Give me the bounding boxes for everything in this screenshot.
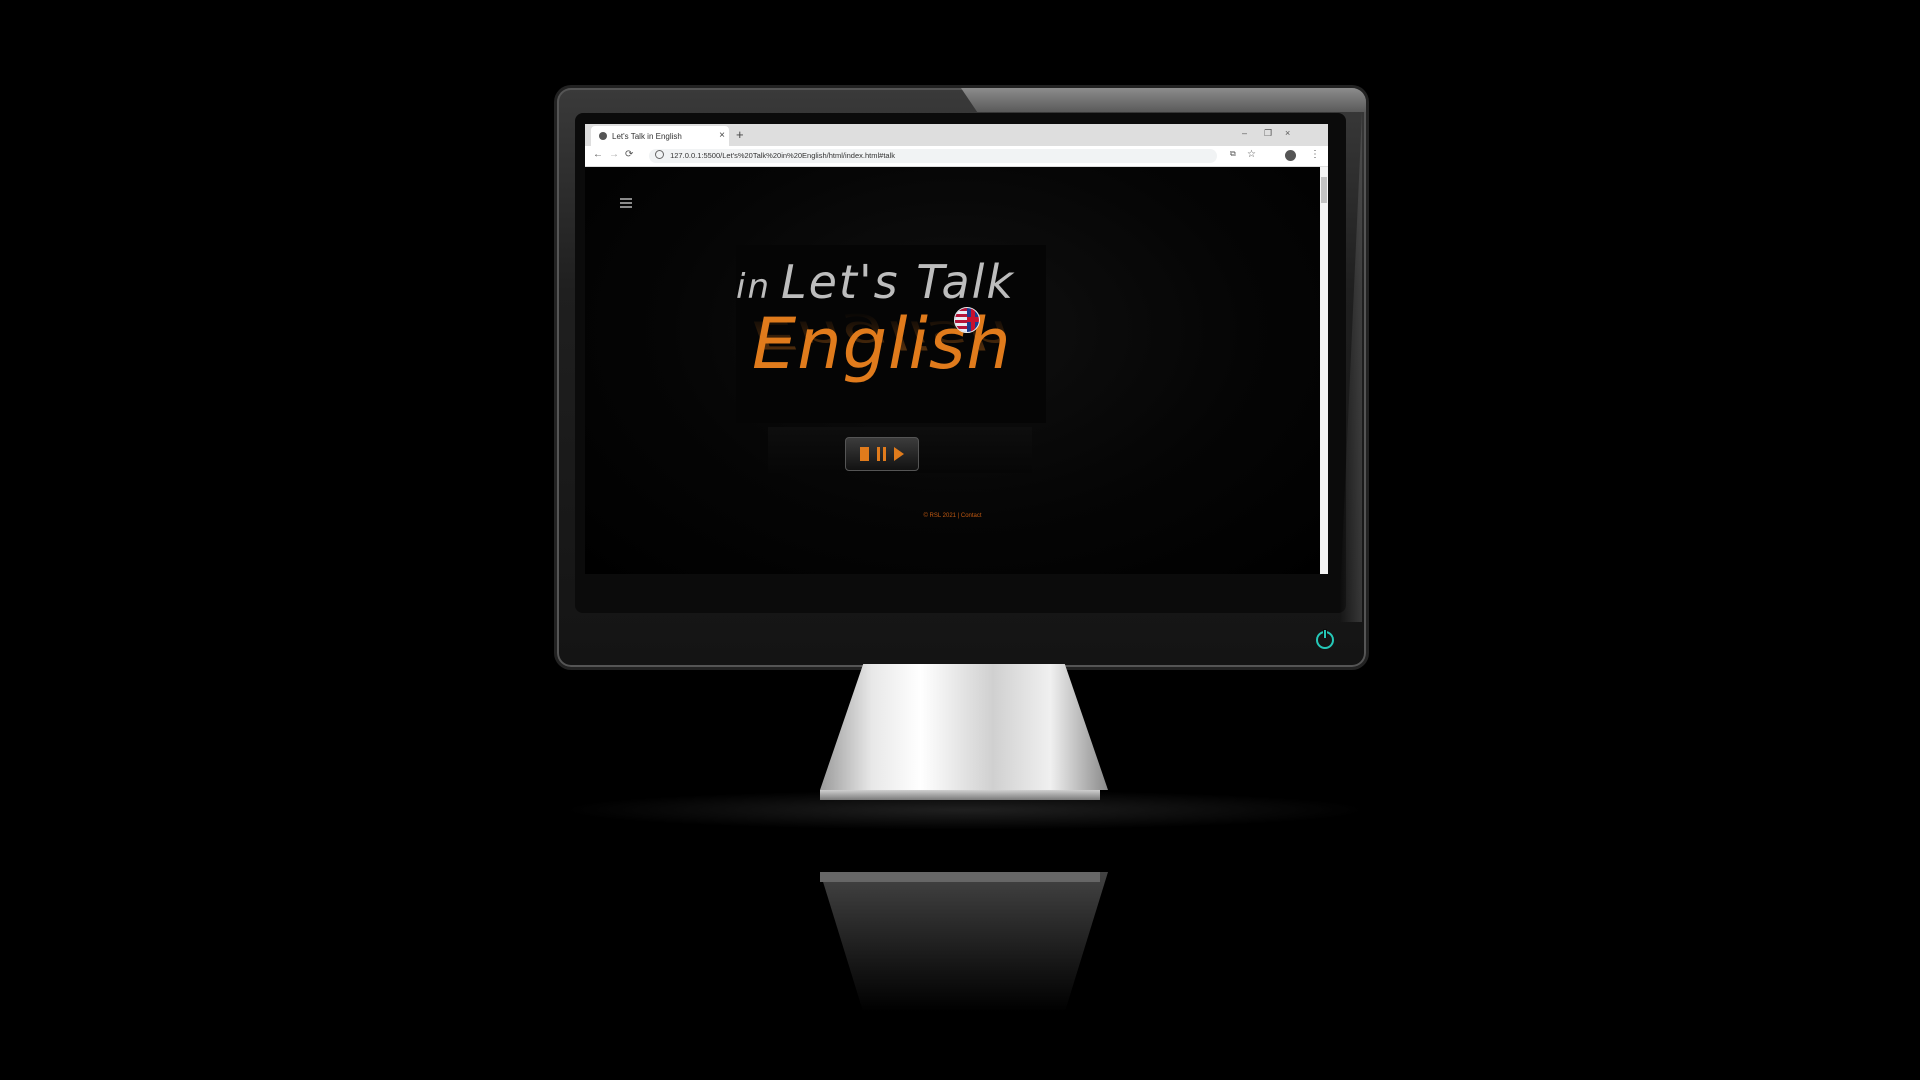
star-icon[interactable]: ☆ [1247, 149, 1256, 160]
screen: Let's Talk in English × + – ❐ × ← → ⟳ 12… [585, 124, 1328, 574]
footer-text[interactable]: © RSL 2021 | Contact [585, 513, 1320, 519]
browser-toolbar: ← → ⟳ 127.0.0.1:5500/Let's%20Talk%20in%2… [585, 146, 1328, 167]
logo-in: in [736, 267, 771, 307]
pause-icon[interactable] [877, 447, 886, 461]
new-tab-button[interactable]: + [736, 127, 744, 142]
monitor-stand-base [820, 790, 1100, 800]
close-window-button[interactable]: × [1285, 128, 1290, 138]
browser-tabbar: Let's Talk in English × + – ❐ × [585, 124, 1328, 146]
more-icon[interactable]: ⋮ [1310, 149, 1320, 160]
power-icon[interactable] [1316, 629, 1334, 649]
address-bar-url: 127.0.0.1:5500/Let's%20Talk%20in%20Engli… [670, 151, 895, 160]
tab-close-icon[interactable]: × [719, 130, 725, 141]
restore-button[interactable]: ❐ [1264, 128, 1272, 139]
stand-reflection [820, 872, 1108, 1012]
site-logo: in Let's Talk English English [736, 245, 1046, 423]
favicon-icon [599, 132, 607, 140]
logo-lets-talk: Let's Talk [781, 255, 1016, 309]
minimize-button[interactable]: – [1242, 128, 1247, 138]
stop-icon[interactable] [860, 447, 869, 461]
play-icon[interactable] [894, 447, 904, 461]
audio-player [845, 437, 919, 471]
forward-button[interactable]: → [609, 149, 619, 160]
flag-icon [954, 307, 980, 333]
menu-icon[interactable] [620, 198, 632, 208]
tab-title: Let's Talk in English [612, 131, 682, 141]
reload-button[interactable]: ⟳ [625, 149, 633, 160]
profile-icon[interactable] [1285, 150, 1296, 161]
scrollbar[interactable] [1320, 167, 1328, 574]
scrollbar-thumb[interactable] [1321, 177, 1327, 203]
site-info-icon[interactable] [655, 150, 664, 159]
address-bar[interactable]: 127.0.0.1:5500/Let's%20Talk%20in%20Engli… [649, 149, 1217, 163]
translate-icon[interactable]: ⧉ [1230, 149, 1236, 159]
monitor-stand-neck [820, 664, 1108, 790]
stand-reflection-base [820, 872, 1100, 882]
monitor: Let's Talk in English × + – ❐ × ← → ⟳ 12… [557, 88, 1366, 667]
back-button[interactable]: ← [593, 149, 603, 160]
page-viewport: in Let's Talk English English © RSL 2021 … [585, 167, 1328, 574]
logo-top-text: in Let's Talk [736, 255, 1046, 309]
browser-tab[interactable]: Let's Talk in English × [591, 126, 729, 146]
